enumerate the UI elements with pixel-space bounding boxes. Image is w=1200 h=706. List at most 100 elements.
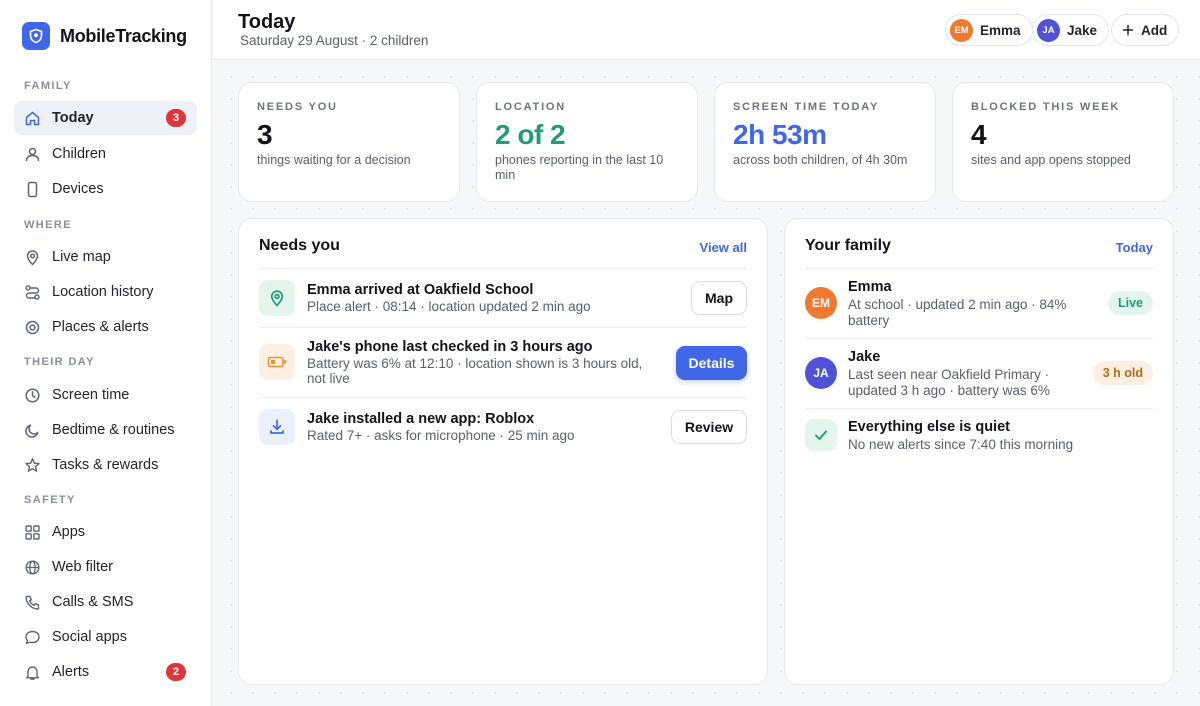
stat-card-location[interactable]: LOCATION 2 of 2 phones reporting in the … [476,82,698,202]
your-family-panel: Your family Today EM Emma At school · up… [784,218,1174,685]
sidebar-item-web-filter[interactable]: Web filter [14,550,197,584]
status-badge: Live [1107,291,1153,315]
view-all-link[interactable]: View all [700,240,747,255]
sidebar-item-label: Live map [52,249,111,265]
stat-label: LOCATION [495,101,567,113]
stat-description: across both children, of 4h 30m [733,153,908,167]
stat-card-blocked[interactable]: BLOCKED THIS WEEK 4 sites and app opens … [952,82,1174,202]
sidebar-item-label: Social apps [52,629,127,645]
panel-title: Needs you [259,237,340,254]
quiet-subtitle: No new alerts since 7:40 this morning [848,437,1074,452]
alert-subtitle: Rated 7+ · asks for microphone · 25 min … [307,428,575,443]
member-name[interactable]: Jake [848,349,880,365]
alert-title: Jake installed a new app: Roblox [307,411,535,427]
sidebar-item-live-map[interactable]: Live map [14,240,197,274]
checkmark-icon [805,419,837,451]
nav-section-their-day: THEIR DAY [24,356,95,368]
clock-icon [24,387,41,404]
stat-description: sites and app opens stopped [971,153,1131,167]
avatar: JA [1037,18,1060,42]
sidebar-item-bedtime-routines[interactable]: Bedtime & routines [14,413,197,447]
stat-value: 3 [257,119,273,150]
plus-icon [1122,24,1134,36]
nav-section-family: FAMILY [24,80,72,92]
member-status-text: At school · updated 2 min ago · 84% batt… [848,297,1067,328]
sidebar-item-label: Web filter [52,559,113,575]
divider [259,327,747,328]
member-status-text: Last seen near Oakfield Primary · update… [848,367,1050,398]
location-pin-icon [259,280,295,316]
phone-icon [24,181,41,198]
avatar: EM [805,287,837,319]
stat-description: phones reporting in the last 10 min [495,153,664,182]
child-name: Jake [1067,22,1098,38]
sidebar-item-tasks-rewards[interactable]: Tasks & rewards [14,448,197,482]
sidebar-item-calls-sms[interactable]: Calls & SMS [14,585,197,619]
stat-value: 2 of 2 [495,119,566,150]
target-icon [24,319,41,336]
alert-title: Jake's phone last checked in 3 hours ago [307,339,593,355]
notification-badge: 3 [166,109,186,127]
grid-icon [24,524,41,541]
map-button[interactable]: Map [691,281,747,315]
sidebar-item-today[interactable]: Today 3 [14,101,197,135]
sidebar-item-label: Screen time [52,387,130,403]
sidebar-item-location-history[interactable]: Location history [14,275,197,309]
sidebar-item-children[interactable]: Children [14,137,197,171]
brand[interactable]: MobileTracking [22,22,187,50]
sidebar-item-apps[interactable]: Apps [14,515,197,549]
stat-value: 4 [971,119,987,150]
today-link[interactable]: Today [1116,240,1153,255]
sidebar-item-places-alerts[interactable]: Places & alerts [14,310,197,344]
nav-section-where: WHERE [24,219,72,231]
divider [805,268,1153,269]
nav-section-safety: SAFETY [24,494,76,506]
stat-label: BLOCKED THIS WEEK [971,101,1121,113]
sidebar: MobileTracking FAMILY Today 3 Children D… [0,0,212,706]
moon-icon [24,422,41,439]
child-chip-emma[interactable]: EM Emma [945,14,1033,46]
stat-value: 2h 53m [733,119,827,150]
sidebar-item-social-apps[interactable]: Social apps [14,620,197,654]
home-icon [24,110,41,127]
member-name[interactable]: Emma [848,279,892,295]
panel-title: Your family [805,237,891,254]
add-label: Add [1141,22,1168,38]
sidebar-item-label: Today [52,110,94,126]
divider [805,408,1153,409]
stat-card-needs-you[interactable]: NEEDS YOU 3 things waiting for a decisio… [238,82,460,202]
child-name: Emma [980,22,1021,38]
sidebar-item-label: Bedtime & routines [52,422,175,438]
details-button[interactable]: Details [676,346,747,380]
avatar: JA [805,357,837,389]
person-icon [24,146,41,163]
alert-subtitle: Place alert · 08:14 · location updated 2… [307,299,591,314]
add-child-button[interactable]: Add [1111,14,1180,46]
stat-label: SCREEN TIME TODAY [733,101,880,113]
battery-low-icon [259,344,295,380]
child-chip-jake[interactable]: JA Jake [1032,14,1110,46]
sidebar-item-label: Children [52,146,106,162]
download-icon [259,409,295,445]
divider [259,268,747,269]
quiet-title: Everything else is quiet [848,419,1010,435]
divider [805,338,1153,339]
sidebar-item-label: Places & alerts [52,319,149,335]
stat-card-screen-time[interactable]: SCREEN TIME TODAY 2h 53m across both chi… [714,82,936,202]
top-header: Today Saturday 29 August · 2 children EM… [213,0,1200,60]
phone-call-icon [24,594,41,611]
status-badge: 3 h old [1092,361,1153,385]
sidebar-item-label: Tasks & rewards [52,457,159,473]
stat-label: NEEDS YOU [257,101,338,113]
sidebar-item-screen-time[interactable]: Screen time [14,378,197,412]
sidebar-item-devices[interactable]: Devices [14,172,197,206]
sidebar-item-label: Location history [52,284,154,300]
review-button[interactable]: Review [671,410,747,444]
sidebar-item-label: Calls & SMS [52,594,134,610]
sidebar-item-label: Apps [52,524,86,540]
sidebar-item-alerts[interactable]: Alerts 2 [14,655,197,689]
sidebar-item-label: Alerts [52,664,90,680]
alert-title: Emma arrived at Oakfield School [307,282,534,298]
stat-description: things waiting for a decision [257,153,411,167]
alert-subtitle: Battery was 6% at 12:10 · location shown… [307,356,643,386]
